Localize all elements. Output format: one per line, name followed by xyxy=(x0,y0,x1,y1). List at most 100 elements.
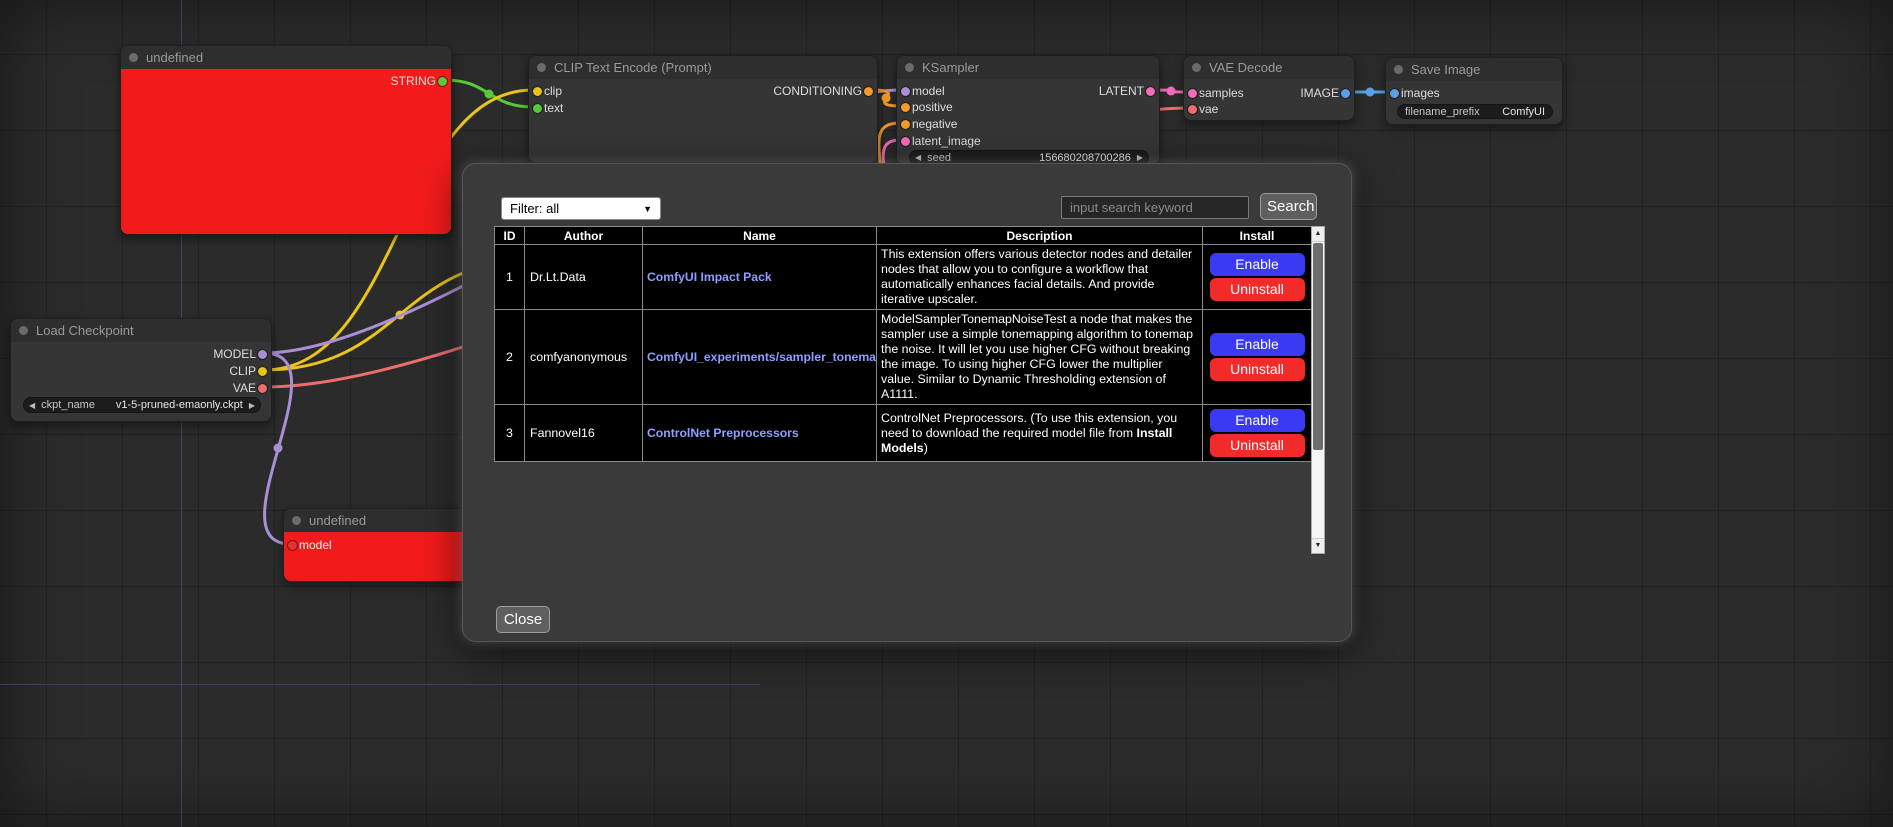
enable-button[interactable]: Enable xyxy=(1210,253,1305,276)
search-input[interactable] xyxy=(1061,196,1249,219)
search-button[interactable]: Search xyxy=(1260,193,1317,220)
next-value-arrow-icon[interactable]: ▶ xyxy=(249,398,255,413)
string-output-dot[interactable] xyxy=(438,77,447,86)
node-load-checkpoint[interactable]: Load Checkpoint MODEL CLIP VAE ◀ ckpt_na… xyxy=(10,318,272,422)
node-title-label: Save Image xyxy=(1411,62,1480,77)
node-status-dot[interactable] xyxy=(292,516,301,525)
node-undefined-top[interactable]: undefined STRING xyxy=(120,45,452,235)
samples-input-dot[interactable] xyxy=(1188,89,1197,98)
wire-dot xyxy=(882,94,891,103)
input-slot-images[interactable]: images xyxy=(1401,86,1440,100)
images-input-dot[interactable] xyxy=(1390,89,1399,98)
node-save-image[interactable]: Save Image images filename_prefix ComfyU… xyxy=(1385,57,1563,125)
slot-label: vae xyxy=(1199,102,1218,116)
output-slot-model[interactable]: MODEL xyxy=(213,347,256,361)
input-slot-vae[interactable]: vae xyxy=(1199,102,1218,116)
missing-node-body xyxy=(121,69,451,234)
input-slot-model[interactable]: model xyxy=(912,84,945,98)
table-row: 1 Dr.Lt.Data ComfyUI Impact Pack This ex… xyxy=(495,245,1312,310)
extension-link[interactable]: ComfyUI Impact Pack xyxy=(647,270,772,284)
slot-label: LATENT xyxy=(1099,84,1144,98)
node-status-dot[interactable] xyxy=(905,63,914,72)
input-slot-text[interactable]: text xyxy=(544,101,563,115)
node-title-bar[interactable]: CLIP Text Encode (Prompt) xyxy=(529,56,877,79)
input-slot-samples[interactable]: samples xyxy=(1199,86,1244,100)
input-slot-negative[interactable]: negative xyxy=(912,117,957,131)
node-title-bar[interactable]: VAE Decode xyxy=(1184,56,1354,79)
node-title-bar[interactable]: undefined xyxy=(121,46,451,69)
model-input-dot[interactable] xyxy=(901,87,910,96)
negative-input-dot[interactable] xyxy=(901,120,910,129)
node-vae-decode[interactable]: VAE Decode samples vae IMAGE xyxy=(1183,55,1355,121)
node-title-bar[interactable]: Save Image xyxy=(1386,58,1562,81)
filter-dropdown[interactable]: Filter: all ▼ xyxy=(501,197,661,220)
scroll-up-icon[interactable]: ▲ xyxy=(1312,227,1324,242)
node-ksampler[interactable]: KSampler model positive negative latent_… xyxy=(896,55,1160,165)
output-slot-image[interactable]: IMAGE xyxy=(1300,86,1339,100)
row-author: Fannovel16 xyxy=(525,405,643,462)
header-install: Install xyxy=(1203,227,1312,245)
vae-input-dot[interactable] xyxy=(1188,105,1197,114)
extension-link[interactable]: ComfyUI_experiments/sampler_tonemap xyxy=(647,350,877,364)
latent-image-input-dot[interactable] xyxy=(901,137,910,146)
output-slot-vae[interactable]: VAE xyxy=(233,381,256,395)
slot-label: images xyxy=(1401,86,1440,100)
node-status-dot[interactable] xyxy=(1394,65,1403,74)
ckpt-name-widget[interactable]: ◀ ckpt_name v1-5-pruned-emaonly.ckpt ▶ xyxy=(23,397,261,413)
slot-label: model xyxy=(912,84,945,98)
input-slot-model[interactable]: model xyxy=(299,538,332,552)
wire-dot xyxy=(274,444,283,453)
uninstall-button[interactable]: Uninstall xyxy=(1210,434,1305,457)
widget-label: seed xyxy=(927,152,951,164)
node-status-dot[interactable] xyxy=(19,326,28,335)
node-title-bar[interactable]: Load Checkpoint xyxy=(11,319,271,342)
slot-label: CONDITIONING xyxy=(773,84,862,98)
input-slot-latent-image[interactable]: latent_image xyxy=(912,134,981,148)
slot-label: latent_image xyxy=(912,134,981,148)
clip-input-dot[interactable] xyxy=(533,87,542,96)
text-input-dot[interactable] xyxy=(533,104,542,113)
model-output-dot[interactable] xyxy=(258,350,267,359)
close-button[interactable]: Close xyxy=(496,606,550,633)
output-slot-conditioning[interactable]: CONDITIONING xyxy=(773,84,862,98)
prev-value-arrow-icon[interactable]: ◀ xyxy=(29,398,35,413)
node-title-label: VAE Decode xyxy=(1209,60,1282,75)
wire-dot xyxy=(485,90,494,99)
slot-label: samples xyxy=(1199,86,1244,100)
scrollbar-thumb[interactable] xyxy=(1313,243,1323,450)
conditioning-output-dot[interactable] xyxy=(864,87,873,96)
scroll-down-icon[interactable]: ▼ xyxy=(1312,538,1324,553)
output-slot-string[interactable]: STRING xyxy=(391,74,436,88)
filename-prefix-widget[interactable]: filename_prefix ComfyUI xyxy=(1397,104,1553,119)
output-slot-clip[interactable]: CLIP xyxy=(229,364,256,378)
input-slot-clip[interactable]: clip xyxy=(544,84,562,98)
node-status-dot[interactable] xyxy=(129,53,138,62)
row-id: 1 xyxy=(495,245,525,310)
node-clip-text-encode[interactable]: CLIP Text Encode (Prompt) clip text COND… xyxy=(528,55,878,163)
node-undefined-bottom[interactable]: undefined model xyxy=(283,508,473,582)
latent-output-dot[interactable] xyxy=(1146,87,1155,96)
vae-output-dot[interactable] xyxy=(258,384,267,393)
enable-button[interactable]: Enable xyxy=(1210,409,1305,432)
input-slot-positive[interactable]: positive xyxy=(912,100,953,114)
extension-link[interactable]: ControlNet Preprocessors xyxy=(647,426,799,440)
uninstall-button[interactable]: Uninstall xyxy=(1210,358,1305,381)
image-output-dot[interactable] xyxy=(1341,89,1350,98)
header-author: Author xyxy=(525,227,643,245)
node-title-bar[interactable]: KSampler xyxy=(897,56,1159,79)
description-text: ) xyxy=(924,441,928,455)
row-author: comfyanonymous xyxy=(525,310,643,405)
node-status-dot[interactable] xyxy=(1192,63,1201,72)
table-scrollbar[interactable]: ▲ ▼ xyxy=(1311,226,1325,554)
comfyui-node-graph-canvas[interactable]: undefined STRING CLIP Text Encode (Promp… xyxy=(0,0,1893,827)
output-slot-latent[interactable]: LATENT xyxy=(1099,84,1144,98)
row-description: This extension offers various detector n… xyxy=(877,245,1203,310)
clip-output-dot[interactable] xyxy=(258,367,267,376)
node-title-bar[interactable]: undefined xyxy=(284,509,472,532)
uninstall-button[interactable]: Uninstall xyxy=(1210,278,1305,301)
model-input-dot[interactable] xyxy=(288,541,297,550)
enable-button[interactable]: Enable xyxy=(1210,333,1305,356)
node-status-dot[interactable] xyxy=(537,63,546,72)
positive-input-dot[interactable] xyxy=(901,103,910,112)
wire-dot xyxy=(1366,88,1375,97)
